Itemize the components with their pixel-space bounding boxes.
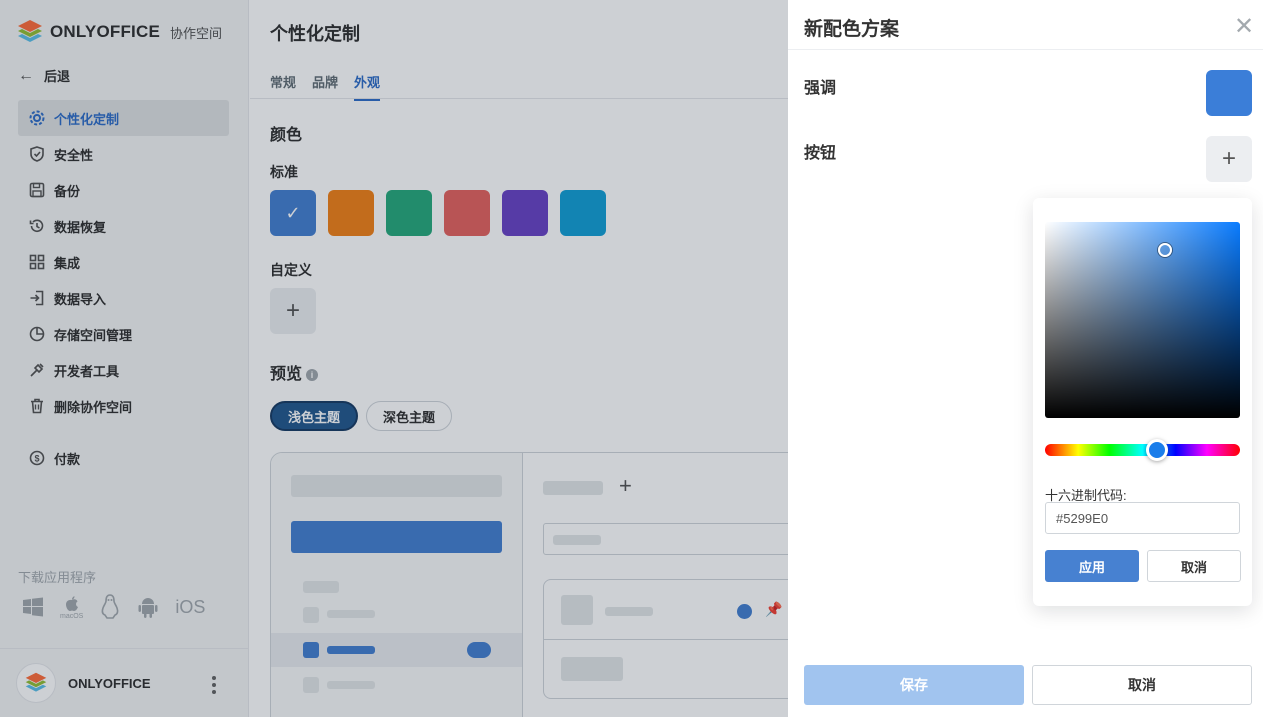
accent-color-swatch[interactable] [1206, 70, 1252, 116]
color-scheme-panel: 新配色方案 ✕ 强调 按钮 + 十六进制代码: 应用 取消 保存 取消 [788, 0, 1263, 717]
cancel-button[interactable]: 取消 [1032, 665, 1252, 705]
save-button[interactable]: 保存 [804, 665, 1024, 705]
panel-title: 新配色方案 [804, 19, 900, 40]
hue-handle[interactable] [1146, 439, 1168, 461]
color-picker: 十六进制代码: 应用 取消 [1033, 198, 1252, 606]
add-button-color[interactable]: + [1206, 136, 1252, 182]
modal-backdrop[interactable] [0, 0, 788, 717]
hex-input[interactable] [1045, 502, 1240, 534]
panel-divider [788, 49, 1263, 50]
button-color-label: 按钮 [804, 145, 837, 162]
saturation-handle[interactable] [1158, 243, 1172, 257]
apply-color-button[interactable]: 应用 [1045, 550, 1139, 582]
saturation-value-area[interactable] [1045, 222, 1240, 418]
close-icon[interactable]: ✕ [1234, 12, 1254, 41]
cancel-color-button[interactable]: 取消 [1147, 550, 1241, 582]
hue-slider[interactable] [1045, 439, 1240, 461]
plus-icon: + [1221, 145, 1236, 172]
accent-label: 强调 [804, 80, 837, 97]
